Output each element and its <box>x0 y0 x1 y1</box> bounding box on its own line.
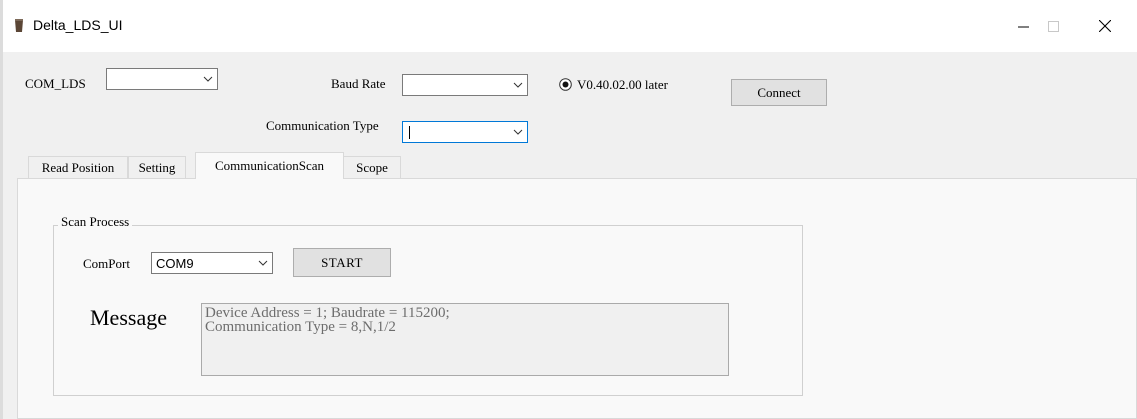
chevron-down-icon <box>509 75 527 95</box>
version-option-label: V0.40.02.00 later <box>577 77 668 92</box>
tab-read-position[interactable]: Read Position <box>28 156 128 178</box>
tab-setting[interactable]: Setting <box>128 156 186 178</box>
chevron-down-icon <box>199 69 217 89</box>
title-bar: Delta_LDS_UI <box>0 0 1137 52</box>
baud-rate-label: Baud Rate <box>331 76 386 91</box>
window-title: Delta_LDS_UI <box>33 17 123 33</box>
message-label: Message <box>90 305 167 330</box>
maximize-icon <box>1047 20 1059 32</box>
com-lds-label: COM_LDS <box>25 76 86 91</box>
minimize-icon <box>1017 26 1029 27</box>
close-button[interactable] <box>1082 10 1128 42</box>
message-line: Communication Type = 8,N,1/2 <box>205 319 396 335</box>
tab-communication-scan[interactable]: CommunicationScan <box>195 152 344 179</box>
com-lds-combo[interactable] <box>106 68 218 90</box>
tab-scope[interactable]: Scope <box>343 156 401 178</box>
communication-type-label: Communication Type <box>266 118 379 133</box>
message-line: Device Address = 1; Baudrate = 115200; <box>205 305 450 321</box>
communication-type-value <box>403 125 509 139</box>
baud-rate-combo[interactable] <box>402 74 528 96</box>
maximize-button[interactable] <box>1030 10 1076 42</box>
comport-label: ComPort <box>83 256 130 271</box>
communication-type-combo[interactable] <box>402 121 528 143</box>
scan-process-title: Scan Process <box>58 214 133 230</box>
app-icon <box>14 19 24 33</box>
chevron-down-icon <box>509 122 527 142</box>
message-textbox[interactable]: Device Address = 1; Baudrate = 115200; C… <box>201 303 729 376</box>
comport-combo[interactable]: COM9 <box>151 252 273 274</box>
text-caret <box>409 125 410 139</box>
chevron-down-icon <box>254 253 272 273</box>
version-radio[interactable] <box>559 78 572 91</box>
start-button[interactable]: START <box>293 248 391 277</box>
comport-value: COM9 <box>156 255 194 271</box>
connect-button[interactable]: Connect <box>731 79 827 106</box>
radio-selected-icon <box>559 78 572 91</box>
close-icon <box>1099 20 1111 32</box>
